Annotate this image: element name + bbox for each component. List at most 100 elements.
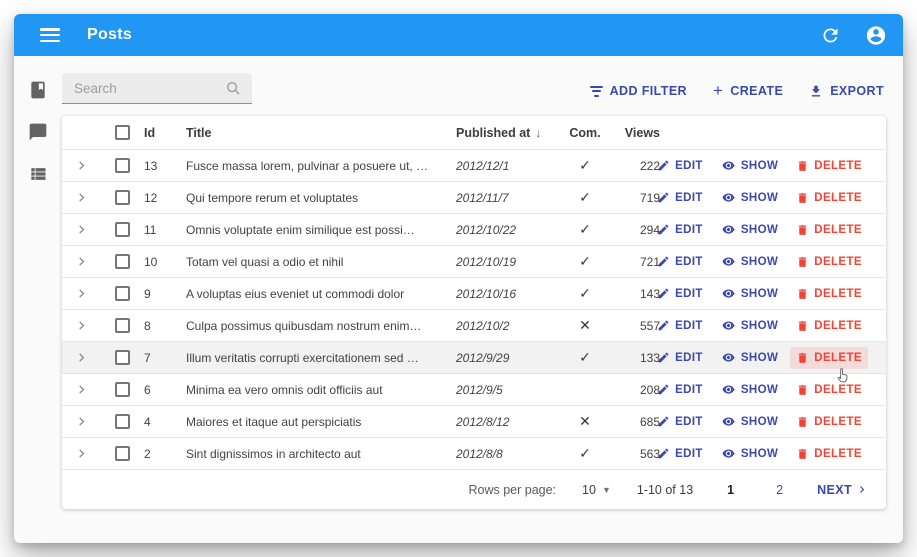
- refresh-icon[interactable]: [819, 24, 841, 46]
- trash-icon: [798, 288, 807, 299]
- app-bar: Posts: [14, 14, 903, 56]
- edit-button[interactable]: EDIT: [651, 379, 709, 400]
- cell-commentable: ✓: [579, 157, 591, 173]
- row-checkbox[interactable]: [114, 190, 130, 205]
- rows-per-page-select[interactable]: 10 ▼: [582, 483, 611, 497]
- plus-icon: +: [712, 81, 724, 100]
- chevron-right-icon: [78, 289, 84, 298]
- menu-icon[interactable]: [40, 28, 60, 42]
- expand-row-button[interactable]: [62, 288, 100, 299]
- edit-button[interactable]: EDIT: [651, 411, 709, 432]
- show-button[interactable]: SHOW: [715, 315, 784, 336]
- show-button[interactable]: SHOW: [715, 187, 784, 208]
- delete-button[interactable]: DELETE: [790, 155, 868, 177]
- show-button[interactable]: SHOW: [715, 379, 784, 400]
- cell-title: Totam vel quasi a odio et nihil: [186, 254, 344, 269]
- row-checkbox[interactable]: [114, 286, 130, 301]
- expand-row-button[interactable]: [62, 192, 100, 203]
- search-icon: [225, 80, 242, 102]
- select-all-checkbox[interactable]: [114, 125, 130, 140]
- edit-button[interactable]: EDIT: [651, 251, 709, 272]
- trash-icon: [798, 256, 807, 267]
- header-views[interactable]: Views: [614, 126, 666, 140]
- search-input[interactable]: [62, 73, 252, 104]
- expand-row-button[interactable]: [62, 160, 100, 171]
- show-button[interactable]: SHOW: [715, 443, 784, 464]
- expand-row-button[interactable]: [62, 256, 100, 267]
- cell-published: 2012/9/29: [456, 350, 510, 365]
- header-id[interactable]: Id: [144, 126, 186, 140]
- row-checkbox[interactable]: [114, 158, 130, 173]
- row-checkbox[interactable]: [114, 254, 130, 269]
- create-button[interactable]: + CREATE: [711, 80, 785, 102]
- expand-row-button[interactable]: [62, 448, 100, 459]
- delete-button[interactable]: DELETE: [790, 411, 868, 433]
- show-button[interactable]: SHOW: [715, 155, 784, 176]
- edit-button[interactable]: EDIT: [651, 187, 709, 208]
- sidebar-item-posts[interactable]: [26, 78, 50, 102]
- delete-button[interactable]: DELETE: [790, 315, 868, 337]
- row-checkbox[interactable]: [114, 414, 130, 429]
- delete-button[interactable]: DELETE: [790, 187, 868, 209]
- table-row: 9 A voluptas eius eveniet ut commodi dol…: [62, 278, 886, 310]
- show-button[interactable]: SHOW: [715, 251, 784, 272]
- posts-table-card: Id Title Published at ↓ Com. Views 13 Fus…: [62, 116, 886, 509]
- expand-row-button[interactable]: [62, 320, 100, 331]
- cell-published: 2012/8/8: [456, 446, 503, 461]
- edit-button[interactable]: EDIT: [651, 283, 709, 304]
- add-filter-button[interactable]: ADD FILTER: [588, 80, 689, 102]
- table-row: 11 Omnis voluptate enim similique est po…: [62, 214, 886, 246]
- table-row: 7 Illum veritatis corrupti exercitatione…: [62, 342, 886, 382]
- next-page-button[interactable]: NEXT: [817, 483, 866, 497]
- eye-icon: [722, 193, 735, 202]
- table-row: 10 Totam vel quasi a odio et nihil 2012/…: [62, 246, 886, 278]
- expand-row-button[interactable]: [62, 384, 100, 395]
- pencil-icon: [658, 352, 669, 363]
- sidebar: [14, 56, 62, 509]
- sidebar-item-list[interactable]: [26, 162, 50, 186]
- cell-title: Fusce massa lorem, pulvinar a posuere ut…: [186, 158, 429, 173]
- edit-button[interactable]: EDIT: [651, 443, 709, 464]
- chevron-right-icon: [78, 257, 84, 266]
- delete-button[interactable]: DELETE: [790, 219, 868, 241]
- expand-row-button[interactable]: [62, 224, 100, 235]
- page-button-1[interactable]: 1: [719, 479, 742, 501]
- pencil-icon: [658, 448, 669, 459]
- edit-button[interactable]: EDIT: [651, 155, 709, 176]
- row-checkbox[interactable]: [114, 446, 130, 461]
- page-button-2[interactable]: 2: [768, 479, 791, 501]
- user-avatar-icon[interactable]: [865, 24, 887, 46]
- sidebar-item-comments[interactable]: [26, 120, 50, 144]
- header-published[interactable]: Published at ↓: [456, 126, 556, 140]
- delete-button[interactable]: DELETE: [790, 346, 868, 382]
- row-checkbox[interactable]: [114, 222, 130, 237]
- show-button[interactable]: SHOW: [715, 347, 784, 368]
- show-button[interactable]: SHOW: [715, 219, 784, 240]
- header-com[interactable]: Com.: [556, 126, 614, 140]
- edit-button[interactable]: EDIT: [651, 219, 709, 240]
- row-checkbox[interactable]: [114, 382, 130, 397]
- delete-button[interactable]: DELETE: [790, 379, 868, 401]
- show-button[interactable]: SHOW: [715, 411, 784, 432]
- trash-icon: [798, 192, 807, 203]
- cell-commentable: ✓: [579, 189, 591, 205]
- expand-row-button[interactable]: [62, 416, 100, 427]
- show-button[interactable]: SHOW: [715, 283, 784, 304]
- delete-button[interactable]: DELETE: [790, 443, 868, 465]
- edit-button[interactable]: EDIT: [651, 315, 709, 336]
- delete-button[interactable]: DELETE: [790, 283, 868, 305]
- table-row: 12 Qui tempore rerum et voluptates 2012/…: [62, 182, 886, 214]
- pencil-icon: [658, 416, 669, 427]
- row-checkbox[interactable]: [114, 318, 130, 333]
- cell-published: 2012/11/7: [456, 190, 509, 205]
- export-button[interactable]: EXPORT: [807, 80, 886, 102]
- search-field: [62, 73, 252, 104]
- delete-button[interactable]: DELETE: [790, 251, 868, 273]
- cell-published: 2012/10/22: [456, 222, 517, 237]
- cell-id: 13: [144, 158, 158, 173]
- expand-row-button[interactable]: [62, 352, 100, 363]
- row-checkbox[interactable]: [114, 350, 130, 365]
- header-title[interactable]: Title: [186, 126, 456, 140]
- edit-button[interactable]: EDIT: [651, 347, 709, 368]
- pencil-icon: [658, 384, 669, 395]
